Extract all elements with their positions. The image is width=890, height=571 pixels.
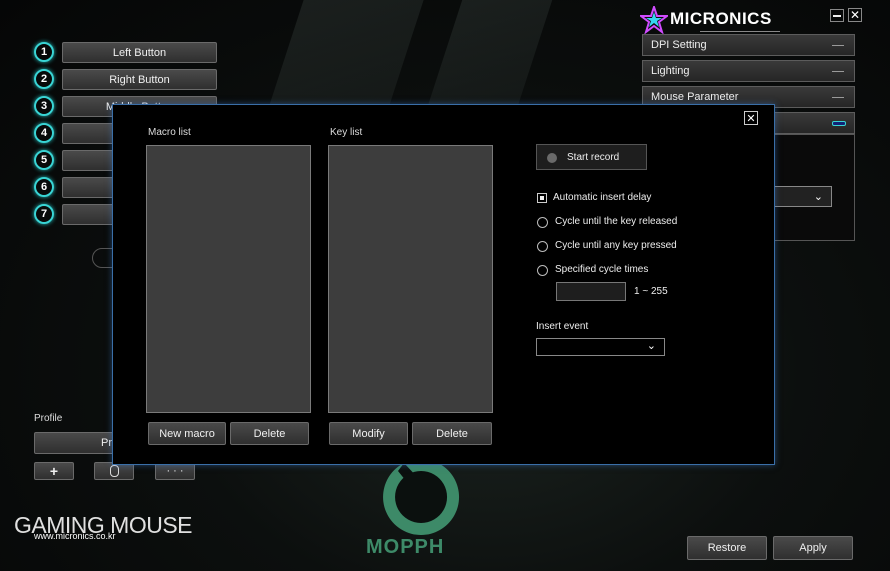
lighting-label: Lighting <box>651 65 690 77</box>
mouse-parameter-label: Mouse Parameter <box>651 91 739 103</box>
key-list[interactable] <box>328 145 493 413</box>
button-number-1: 1 <box>34 42 54 62</box>
key-list-label: Key list <box>330 127 363 138</box>
profile-label: Profile <box>34 413 63 424</box>
collapse-icon <box>832 45 844 46</box>
right-button-assign[interactable]: Right Button <box>62 69 217 90</box>
cycle-released-label: Cycle until the key released <box>555 216 678 227</box>
insert-event-label: Insert event <box>536 321 589 332</box>
cycle-any-key-radio[interactable] <box>537 241 548 252</box>
specified-cycle-label: Specified cycle times <box>555 264 649 275</box>
button-number-3: 3 <box>34 96 54 116</box>
cycle-range-label: 1 ~ 255 <box>634 286 668 297</box>
specified-cycle-radio[interactable] <box>537 265 548 276</box>
macro-list[interactable] <box>146 145 311 413</box>
insert-event-dropdown[interactable]: ⌄ <box>536 338 665 356</box>
button-number-5: 5 <box>34 150 54 170</box>
website-url: www.micronics.co.kr <box>34 531 116 541</box>
auto-delay-checkbox[interactable] <box>537 193 547 203</box>
cycle-any-key-label: Cycle until any key pressed <box>555 240 677 251</box>
button-number-4: 4 <box>34 123 54 143</box>
dialog-close-button[interactable]: ✕ <box>744 111 758 125</box>
delete-macro-button[interactable]: Delete <box>230 422 309 445</box>
new-macro-button[interactable]: New macro <box>148 422 226 445</box>
morph-emblem <box>374 455 468 535</box>
add-profile-button[interactable]: + <box>34 462 74 480</box>
delete-key-button[interactable]: Delete <box>412 422 492 445</box>
macro-dialog: ✕ Macro list Key list New macro Delete M… <box>112 104 775 465</box>
chevron-down-icon: ⌄ <box>646 340 656 352</box>
button-number-6: 6 <box>34 177 54 197</box>
micronics-star-icon <box>640 6 668 34</box>
record-dot-icon <box>547 153 557 163</box>
brand-underline <box>700 31 780 32</box>
micronics-logo: MICRONICS <box>640 4 790 36</box>
mouse-icon <box>109 465 119 477</box>
left-button-assign[interactable]: Left Button <box>62 42 217 63</box>
macro-list-label: Macro list <box>148 127 191 138</box>
collapse-icon <box>832 71 844 72</box>
expand-indicator-icon <box>832 121 846 126</box>
auto-delay-label: Automatic insert delay <box>553 192 652 203</box>
dpi-setting-label: DPI Setting <box>651 39 707 51</box>
close-button[interactable]: ✕ <box>848 8 862 22</box>
button-number-2: 2 <box>34 69 54 89</box>
cycle-times-input[interactable] <box>556 282 626 301</box>
brand-name: MICRONICS <box>670 9 772 28</box>
lighting-section[interactable]: Lighting <box>642 60 855 82</box>
morph-logo: MOPPH <box>366 536 445 558</box>
collapse-icon <box>832 97 844 98</box>
apply-button[interactable]: Apply <box>773 536 853 560</box>
start-record-label: Start record <box>567 152 620 163</box>
cycle-released-radio[interactable] <box>537 217 548 228</box>
section-dropdown[interactable]: ⌄ <box>770 186 832 207</box>
restore-button[interactable]: Restore <box>687 536 767 560</box>
minimize-button[interactable] <box>830 9 844 22</box>
start-record-button[interactable]: Start record <box>536 144 647 170</box>
dpi-setting-section[interactable]: DPI Setting <box>642 34 855 56</box>
chevron-down-icon: ⌄ <box>813 191 823 203</box>
button-number-7: 7 <box>34 204 54 224</box>
modify-key-button[interactable]: Modify <box>329 422 408 445</box>
